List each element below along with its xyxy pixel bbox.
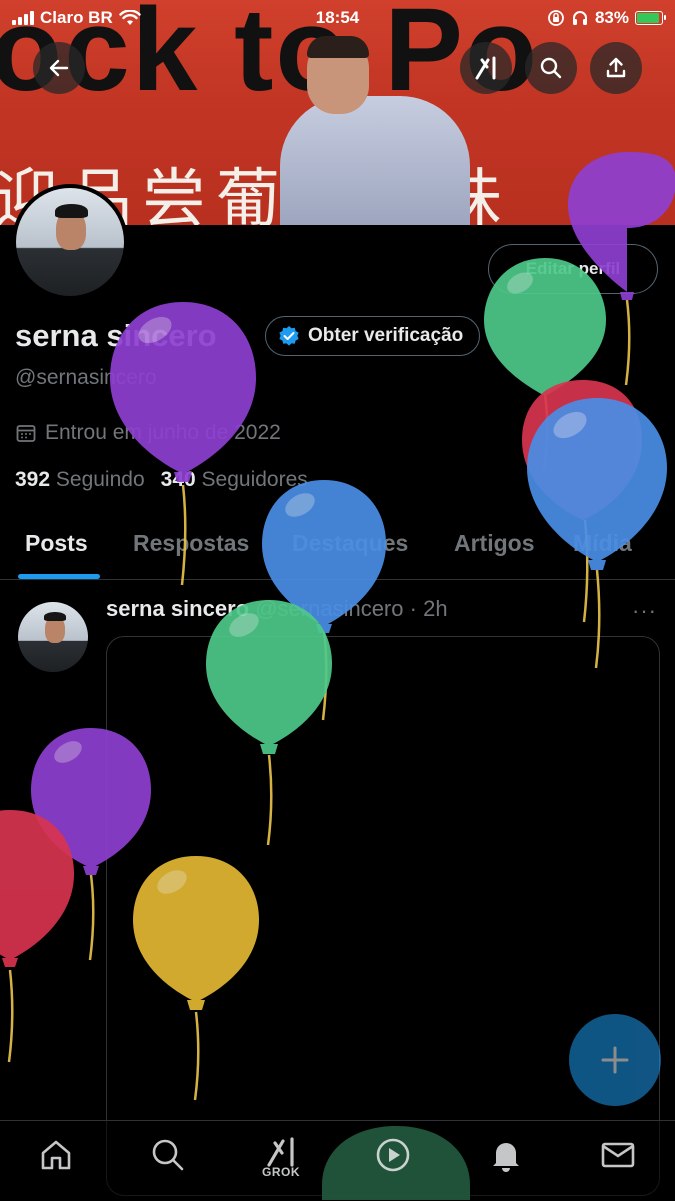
balloon-red-1 (522, 380, 642, 623)
back-button[interactable] (33, 42, 85, 94)
post-separator: · (409, 596, 417, 621)
nav-video[interactable] (363, 1137, 423, 1193)
tab-posts[interactable]: Posts (25, 530, 88, 557)
post-header: serna sincero @sernasincero · 2h (106, 596, 448, 622)
search-icon (540, 57, 562, 79)
post-time[interactable]: 2h (423, 596, 447, 621)
grok-icon (267, 1137, 294, 1167)
avatar-photo (16, 188, 124, 296)
arrow-left-icon (49, 59, 69, 77)
nav-notifications[interactable] (476, 1137, 536, 1193)
home-icon (41, 1140, 71, 1170)
tab-respostas[interactable]: Respostas (133, 530, 249, 557)
post-more-button[interactable]: ··· (632, 598, 657, 624)
post-author-name[interactable]: serna sincero (106, 596, 249, 621)
get-verified-label: Obter verificação (308, 325, 464, 346)
following-link[interactable]: 392 Seguindo (15, 468, 145, 492)
nav-home[interactable] (26, 1137, 86, 1193)
verified-badge-icon (279, 326, 299, 346)
play-icon (376, 1138, 410, 1172)
followers-count: 340 (160, 468, 196, 491)
plus-icon (601, 1046, 629, 1074)
grok-icon (475, 56, 496, 80)
tab-artigos[interactable]: Artigos (454, 530, 535, 557)
follow-stats: 392 Seguindo 340 Seguidores (15, 468, 308, 492)
followers-label: Seguidores (201, 468, 308, 491)
search-icon (152, 1139, 184, 1171)
share-icon (606, 57, 626, 78)
profile-tabs: Posts Respostas Destaques Artigos Mídia (0, 518, 675, 580)
active-tab-indicator (18, 574, 100, 579)
tab-midia[interactable]: Mídia (573, 530, 632, 557)
nav-grok-label: GROK (262, 1165, 300, 1179)
calendar-icon (16, 425, 36, 442)
bottom-navigation: GROK (0, 1120, 675, 1201)
battery-icon (635, 11, 666, 25)
status-bar: Claro BR 18:54 83% (0, 0, 675, 36)
banner-person-hair (307, 36, 369, 58)
post-author-avatar[interactable] (14, 598, 92, 676)
profile-avatar[interactable] (12, 184, 128, 300)
headphones-icon (572, 11, 587, 25)
nav-search[interactable] (138, 1137, 198, 1193)
post-avatar-photo (18, 602, 88, 672)
battery-percent: 83% (594, 8, 629, 27)
edit-profile-button[interactable]: Editar perfil (488, 244, 658, 294)
tab-destaques[interactable]: Destaques (292, 530, 408, 557)
mail-icon (601, 1142, 635, 1168)
orientation-lock-icon (548, 10, 564, 26)
bell-icon (493, 1143, 519, 1172)
share-button[interactable] (590, 42, 642, 94)
profile-handle: @sernasincero (15, 366, 157, 389)
profile-display-name: serna sincero (15, 318, 217, 353)
post-author-handle[interactable]: @sernasincero (255, 596, 403, 621)
banner-person-body (280, 96, 470, 225)
compose-button[interactable] (569, 1014, 661, 1106)
join-date-label: Entrou em junho de 2022 (45, 421, 281, 444)
following-count: 392 (15, 468, 51, 491)
post-media[interactable] (106, 636, 660, 1196)
balloon-red-2 (0, 810, 74, 1063)
following-label: Seguindo (55, 468, 145, 491)
join-date: Entrou em junho de 2022 (15, 421, 281, 445)
followers-link[interactable]: 340 Seguidores (161, 468, 308, 492)
nav-grok[interactable]: GROK (251, 1137, 311, 1193)
get-verified-button[interactable]: Obter verificação (265, 316, 481, 356)
nav-messages[interactable] (588, 1137, 648, 1193)
search-button[interactable] (525, 42, 577, 94)
grok-button[interactable] (460, 42, 512, 94)
